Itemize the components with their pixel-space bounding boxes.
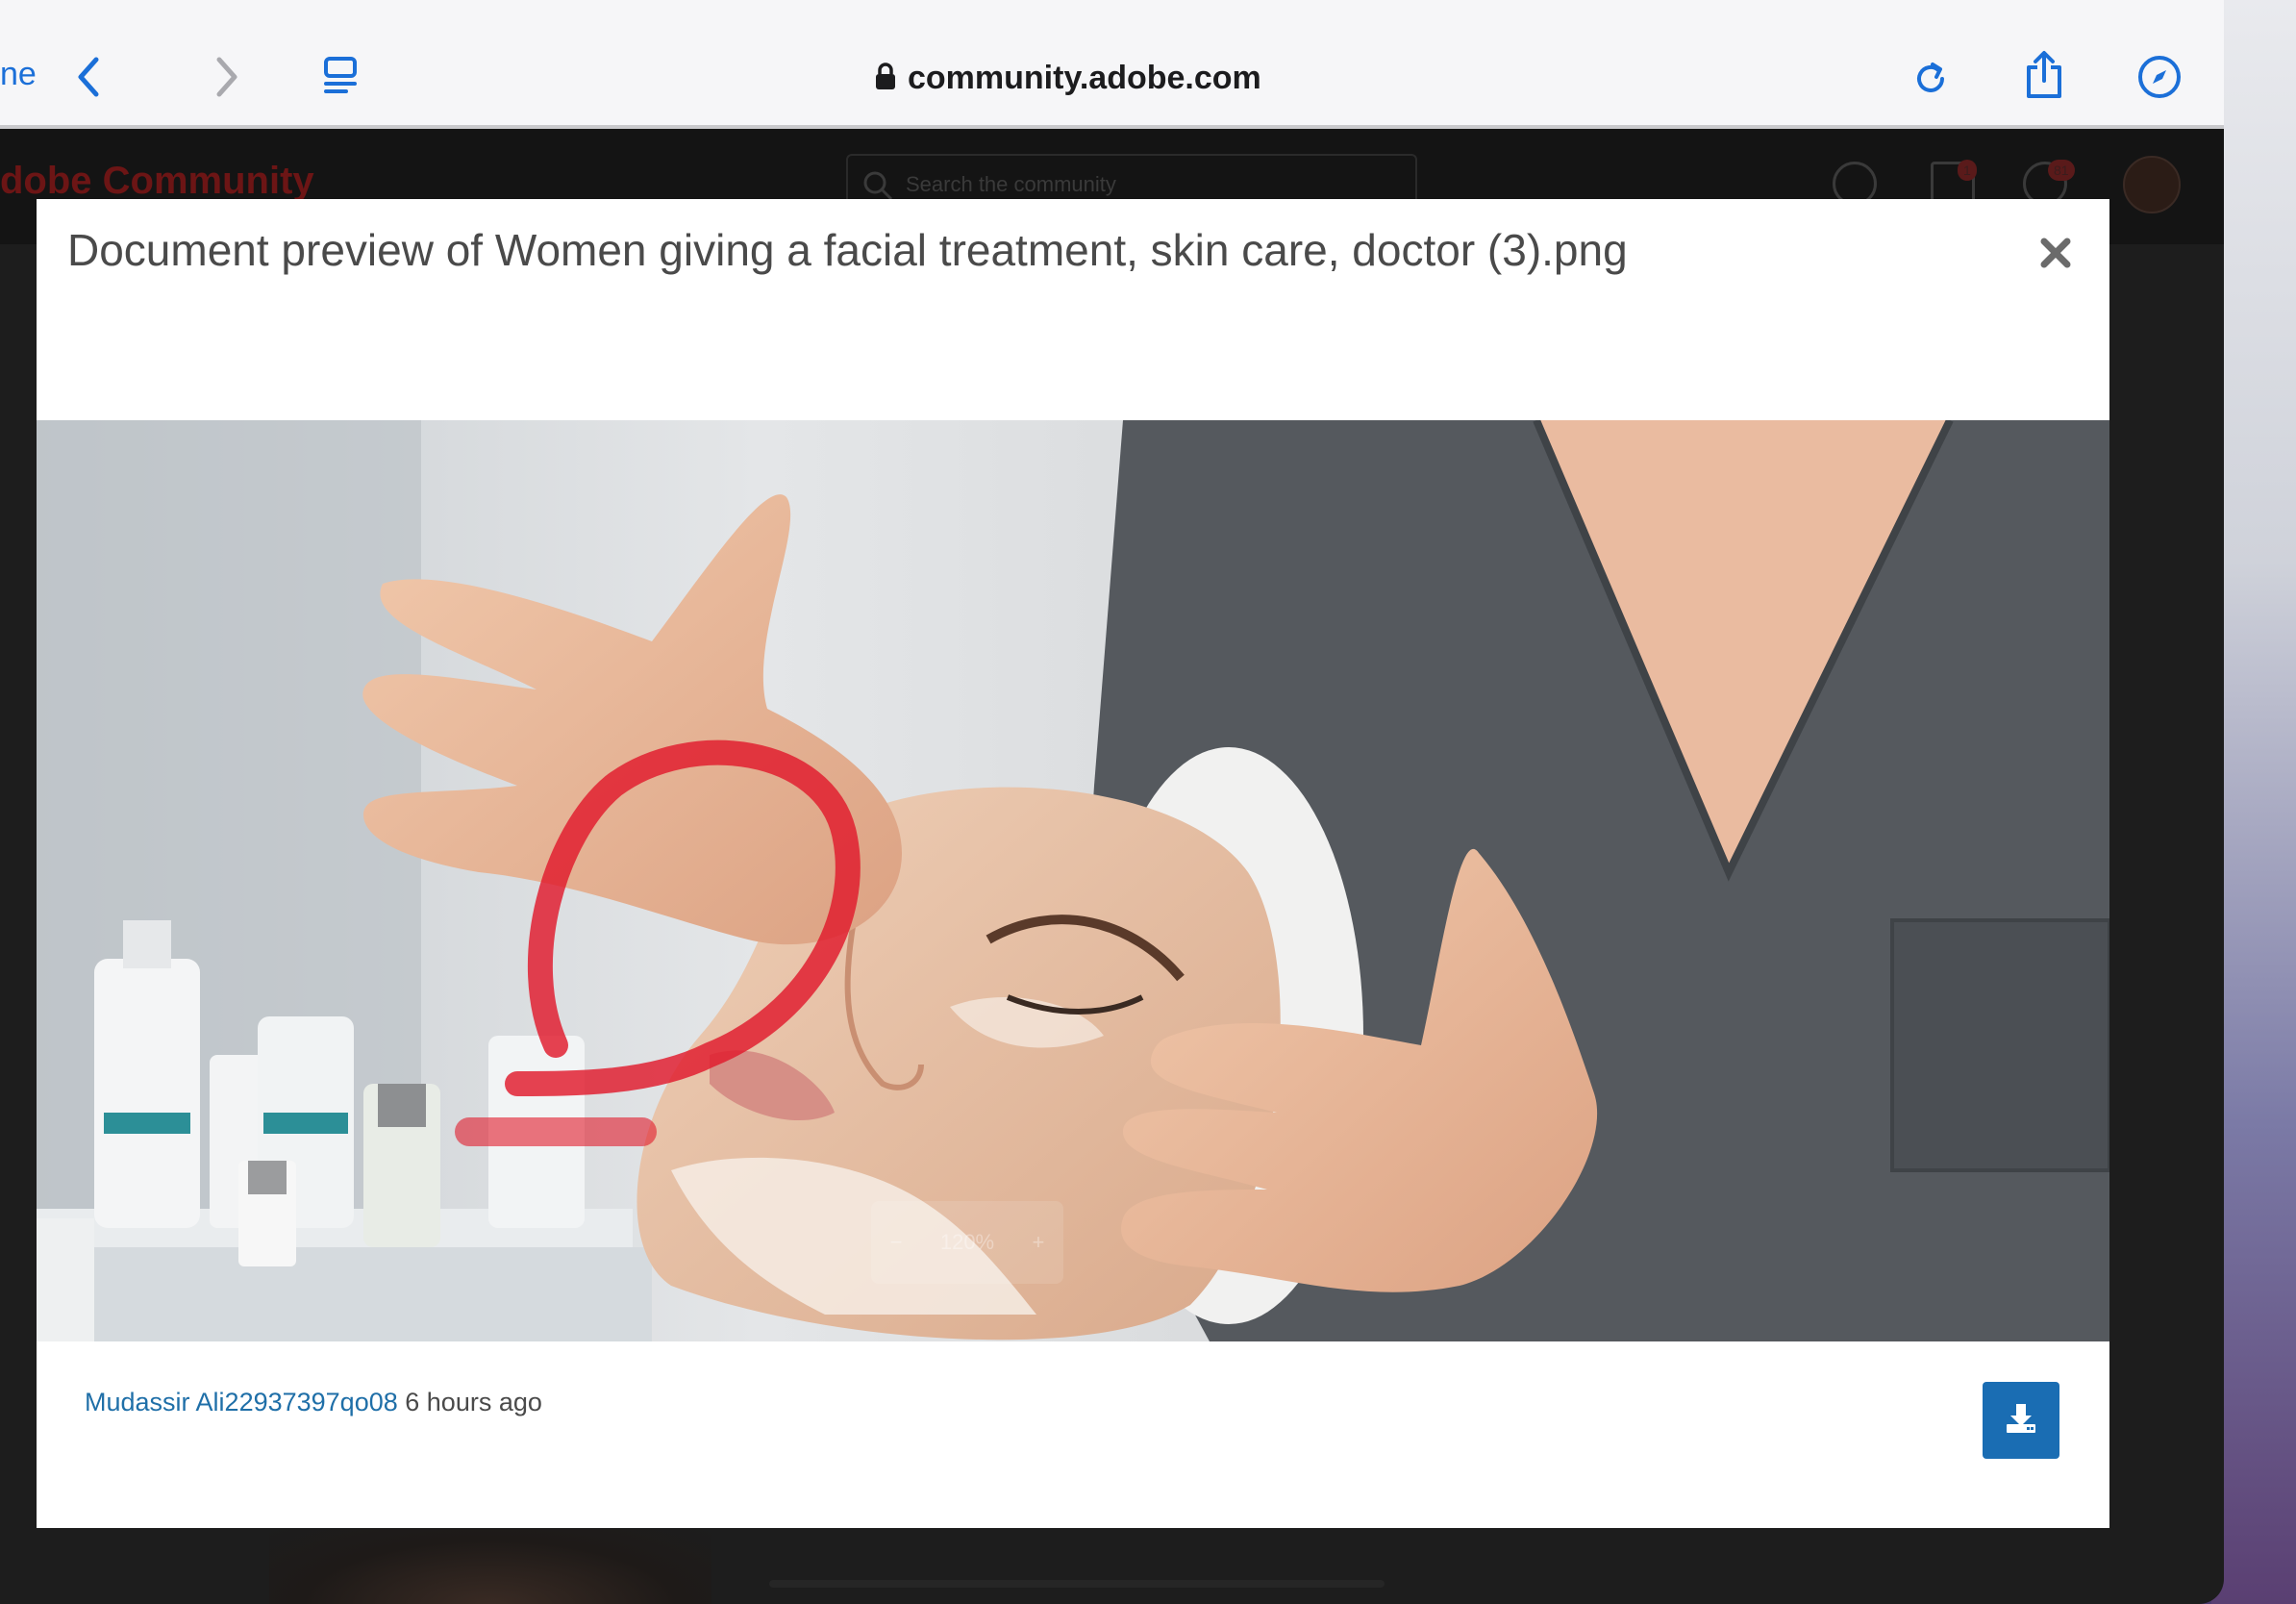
bell-badge: 81	[2048, 160, 2075, 181]
attachment-meta: Mudassir Ali22937397qo08 6 hours ago	[85, 1388, 542, 1417]
time-ago: 6 hours ago	[405, 1388, 542, 1416]
avatar[interactable]	[2123, 156, 2181, 213]
mail-badge: 1	[1958, 160, 1977, 181]
close-icon	[2039, 237, 2072, 274]
background-image	[269, 1529, 711, 1604]
home-indicator	[769, 1580, 1385, 1588]
download-icon	[2004, 1401, 2038, 1441]
safari-window: ne community.adobe.com dobe Community Se…	[0, 0, 2224, 1604]
share-icon[interactable]	[2023, 50, 2065, 100]
address-bar[interactable]: community.adobe.com	[875, 54, 1261, 102]
back-button-label[interactable]: ne	[0, 56, 37, 93]
zoom-control[interactable]: − 120% +	[871, 1201, 1063, 1284]
zoom-in-button[interactable]: +	[1032, 1230, 1044, 1255]
modal-title: Document preview of Women giving a facia…	[67, 225, 1628, 275]
search-placeholder: Search the community	[906, 172, 1116, 196]
desktop-wallpaper	[2211, 0, 2296, 1604]
author-link[interactable]: Mudassir Ali22937397qo08	[85, 1388, 398, 1416]
chevron-left-icon[interactable]	[73, 54, 106, 100]
document-preview-modal: Document preview of Women giving a facia…	[37, 199, 2109, 1528]
chevron-right-icon[interactable]	[210, 54, 242, 100]
reload-icon[interactable]	[1911, 56, 1950, 98]
lock-icon	[875, 62, 896, 95]
document-preview-image[interactable]: − 120% +	[37, 420, 2109, 1341]
compass-icon[interactable]	[2136, 54, 2183, 100]
tab-overview-icon[interactable]	[321, 56, 360, 96]
zoom-level: 120%	[939, 1230, 995, 1254]
browser-toolbar: ne community.adobe.com	[0, 0, 2224, 129]
url-text[interactable]: community.adobe.com	[908, 60, 1261, 97]
zoom-out-button[interactable]: −	[890, 1230, 903, 1255]
site-logo[interactable]: dobe Community	[0, 160, 314, 203]
download-button[interactable]	[1983, 1382, 2059, 1459]
close-button[interactable]	[2036, 236, 2075, 274]
